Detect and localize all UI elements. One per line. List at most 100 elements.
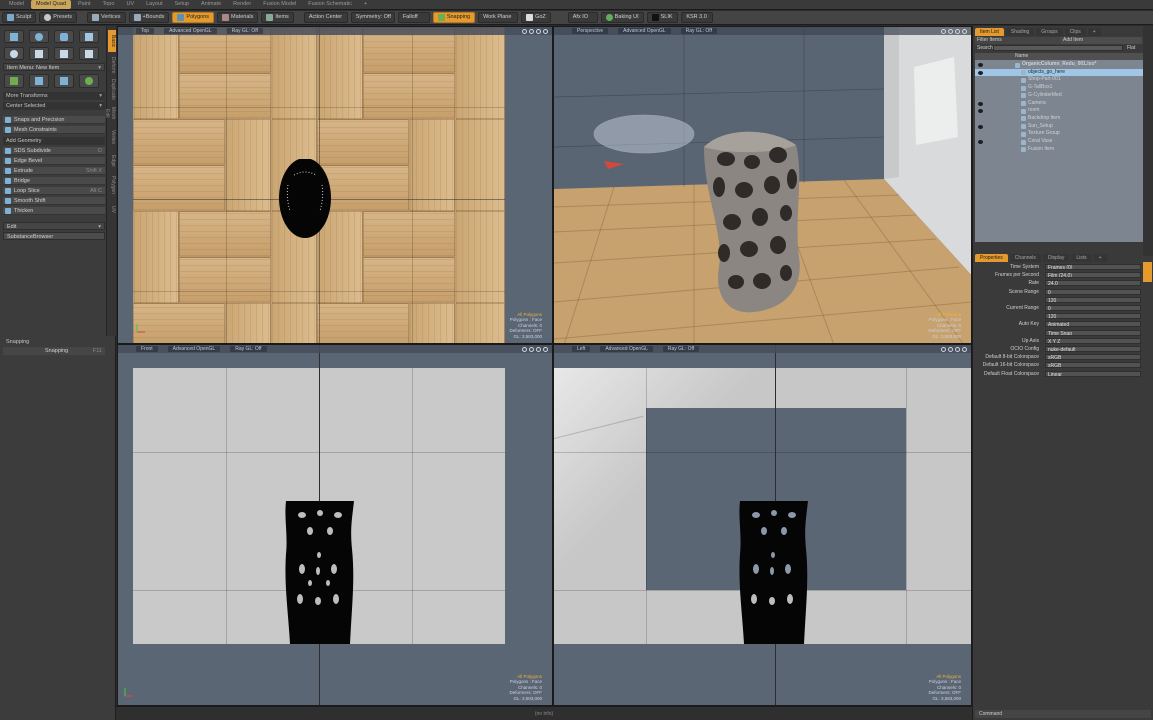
item-tree-row[interactable]: G-CylinderMed: [975, 92, 1143, 100]
item-tree-row[interactable]: G-TallBox1: [975, 84, 1143, 92]
snapping-section-header[interactable]: Snapping: [3, 338, 105, 346]
panel-tab[interactable]: Item List: [975, 28, 1004, 36]
visibility-eye-icon[interactable]: [978, 70, 983, 75]
viewport-top[interactable]: Top Advanced OpenGL Ray GL: Off All Poly…: [117, 26, 553, 344]
side-tab[interactable]: Deform: [108, 54, 116, 76]
more-transforms-row[interactable]: More Transforms ▾: [3, 92, 105, 100]
tool-text-button[interactable]: [79, 47, 99, 60]
zoom-icon[interactable]: [948, 346, 953, 352]
geometry-tool-button[interactable]: Thicken: [3, 207, 105, 215]
view-type-button[interactable]: Front: [136, 346, 158, 352]
pan-icon[interactable]: [522, 28, 527, 34]
layout-tab[interactable]: Fusion Schematic: [303, 0, 357, 9]
transform-scale-button[interactable]: [54, 74, 74, 88]
snapping-row[interactable]: Snapping F11: [3, 347, 105, 355]
property-value-field[interactable]: Frames (0): [1045, 264, 1141, 270]
view-type-button[interactable]: Left: [572, 346, 591, 352]
name-column-header[interactable]: Name: [975, 53, 1143, 60]
raygl-button[interactable]: Ray GL: Off: [680, 28, 717, 34]
pan-icon[interactable]: [941, 346, 946, 352]
property-value-field[interactable]: Time Snap: [1045, 329, 1141, 336]
item-tree-row[interactable]: Backdrop Item: [975, 115, 1143, 123]
zoom-icon[interactable]: [529, 346, 534, 352]
raygl-button[interactable]: Ray GL: Off: [226, 28, 263, 34]
gear-icon[interactable]: [962, 346, 967, 352]
visibility-eye-icon[interactable]: [978, 101, 983, 106]
vertices-mode-button[interactable]: Vertices: [86, 12, 126, 23]
property-value-field[interactable]: nuke-default: [1045, 346, 1141, 352]
shading-button[interactable]: Advanced OpenGL: [167, 346, 221, 352]
zoom-icon[interactable]: [948, 28, 953, 34]
visibility-eye-icon[interactable]: [978, 109, 983, 114]
panel-tab[interactable]: Display: [1042, 254, 1070, 262]
visibility-eye-icon[interactable]: [978, 140, 983, 144]
layout-tab[interactable]: Setup: [170, 0, 194, 9]
property-value-field[interactable]: Film (24.0): [1045, 272, 1141, 279]
panel-tab[interactable]: +: [1087, 28, 1101, 36]
search-input[interactable]: [993, 45, 1123, 51]
layout-tab[interactable]: Animate: [196, 0, 226, 9]
layout-tab[interactable]: Model: [4, 0, 29, 9]
shading-button[interactable]: Advanced OpenGL: [600, 346, 653, 352]
pan-icon[interactable]: [941, 28, 946, 34]
property-value-field[interactable]: 0: [1045, 288, 1141, 295]
flat-toggle[interactable]: Flat: [1127, 45, 1135, 52]
symmetry-dropdown[interactable]: Symmetry: Off: [350, 12, 395, 23]
maximize-icon[interactable]: [536, 346, 541, 352]
visibility-eye-icon[interactable]: [978, 124, 983, 129]
side-tab[interactable]: UV: [108, 198, 116, 220]
maximize-icon[interactable]: [955, 28, 960, 34]
view-type-button[interactable]: Perspective: [572, 28, 609, 34]
materials-mode-button[interactable]: Materials: [217, 12, 259, 23]
substance-browser-button[interactable]: SubstanceBrowser: [3, 232, 105, 240]
item-tree-row[interactable]: OrganicColumn_Redu_001.lxo*: [975, 61, 1143, 69]
layout-tab[interactable]: Topo: [98, 0, 120, 9]
property-value-field[interactable]: Animated: [1045, 321, 1141, 328]
gear-icon[interactable]: [962, 28, 967, 34]
item-menu-dropdown[interactable]: Item Menu: New Item ▾: [3, 63, 105, 71]
item-tree-row[interactable]: Shop-Part-001: [975, 76, 1143, 84]
action-center-dropdown[interactable]: Action Center: [303, 12, 348, 23]
slik-button[interactable]: SLIK: [646, 12, 678, 23]
afx-io-dropdown[interactable]: Afx IO: [567, 12, 598, 23]
property-value-field[interactable]: sRGB: [1045, 354, 1141, 361]
layout-tab[interactable]: Paint: [73, 0, 96, 9]
tool-cube-button[interactable]: [4, 30, 24, 43]
view-type-button[interactable]: Top: [136, 28, 155, 34]
visibility-eye-icon[interactable]: [978, 63, 983, 67]
transform-move-button[interactable]: [4, 74, 24, 88]
item-tree-row[interactable]: Camera: [975, 100, 1143, 108]
panel-tab[interactable]: Shading: [1005, 28, 1035, 36]
item-tree-row[interactable]: Texture Group: [975, 130, 1143, 138]
gear-icon[interactable]: [543, 346, 548, 352]
property-value-field[interactable]: 120: [1045, 296, 1141, 303]
item-tree-row[interactable]: Fusion Item: [975, 146, 1143, 154]
geometry-tool-button[interactable]: Bridge: [3, 177, 105, 185]
item-tree-row[interactable]: room: [975, 107, 1143, 115]
property-value-field[interactable]: sRGB: [1045, 362, 1141, 369]
geometry-tool-button[interactable]: Loop Slice Alt C: [3, 187, 105, 195]
panel-tab[interactable]: Channels: [1009, 254, 1041, 262]
viewport-perspective[interactable]: Perspective Advanced OpenGL Ray GL: Off: [553, 26, 972, 344]
presets-button[interactable]: Presets: [39, 12, 77, 23]
transform-rotate-button[interactable]: [29, 74, 49, 88]
edges-mode-button[interactable]: +Bounds: [128, 12, 170, 23]
add-geometry-header[interactable]: Add Geometry: [3, 137, 105, 145]
panel-tab[interactable]: Clips: [1064, 28, 1086, 36]
maximize-icon[interactable]: [536, 28, 541, 34]
ksr-button[interactable]: KSR 3.0: [680, 12, 713, 23]
panel-tab[interactable]: Lists: [1071, 254, 1092, 262]
side-tab[interactable]: Basic: [108, 30, 116, 52]
sculpt-button[interactable]: Sculpt: [2, 12, 37, 23]
property-value-field[interactable]: 0: [1045, 305, 1141, 311]
layout-tab[interactable]: Render: [228, 0, 256, 9]
properties-side-tab[interactable]: [1143, 262, 1152, 282]
tool-pen-button[interactable]: [79, 30, 99, 43]
geometry-tool-button[interactable]: Extrude Shift X: [3, 167, 105, 175]
tool-cylinder-button[interactable]: [54, 30, 74, 43]
snapping-toggle[interactable]: Snapping: [432, 12, 476, 23]
property-value-field[interactable]: 120: [1045, 313, 1141, 320]
mesh-constraints-button[interactable]: Mesh Constraints: [3, 126, 105, 134]
side-tab[interactable]: Mesh Edit: [104, 102, 116, 124]
falloff-dropdown[interactable]: Falloff: [397, 12, 430, 23]
